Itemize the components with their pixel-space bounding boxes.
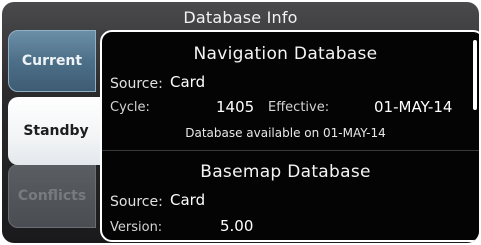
nav-availability-note: Database available on 01-MAY-14 <box>185 126 386 140</box>
tab-current-label: Current <box>21 53 83 69</box>
tab-standby-label: Standby <box>23 123 89 139</box>
nav-cycle-value: 1405 <box>216 98 255 116</box>
tab-current[interactable]: Current <box>8 30 96 92</box>
nav-source-value: Card <box>170 73 206 91</box>
basemap-version-value: 5.00 <box>220 217 254 235</box>
nav-cycle-label: Cycle: <box>110 100 150 115</box>
basemap-source-label: Source: <box>110 194 163 210</box>
tab-conflicts-label: Conflicts <box>17 188 87 204</box>
nav-effective-value: 01-MAY-14 <box>374 98 453 116</box>
database-info-window: Database Info Current Conflicts Standby … <box>2 2 479 243</box>
database-info-panel: Navigation Database Source: Card Cycle: … <box>100 30 479 242</box>
basemap-source-value: Card <box>170 191 206 209</box>
tab-conflicts[interactable]: Conflicts <box>8 164 96 228</box>
nav-source-label: Source: <box>110 76 163 92</box>
section-divider <box>102 150 479 151</box>
tab-standby[interactable]: Standby <box>8 97 104 165</box>
panel-scrollbar[interactable] <box>473 40 477 110</box>
nav-effective-label: Effective: <box>268 100 330 115</box>
basemap-version-label: Version: <box>110 220 163 235</box>
basemap-database-heading: Basemap Database <box>200 162 371 182</box>
window-title: Database Info <box>183 8 298 27</box>
navigation-database-heading: Navigation Database <box>193 44 378 64</box>
